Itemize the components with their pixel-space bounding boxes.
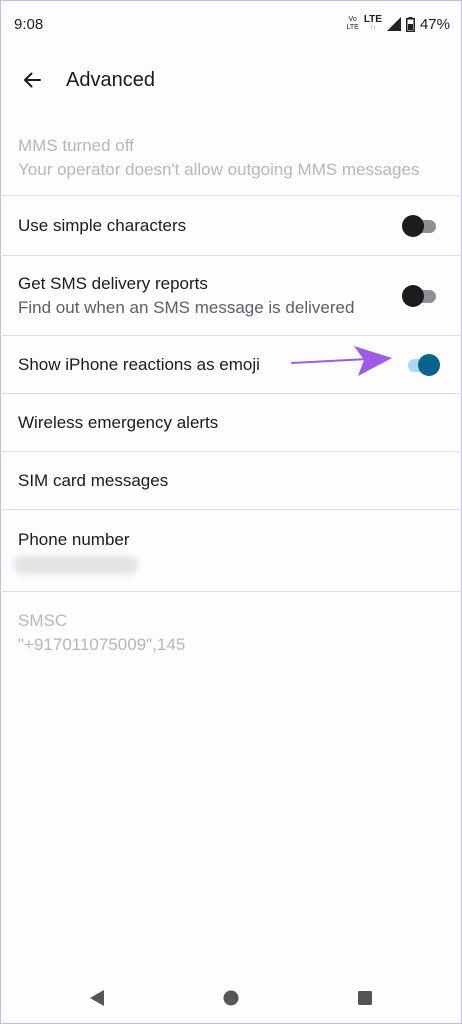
triangle-back-icon — [90, 990, 104, 1006]
back-button[interactable] — [8, 56, 56, 104]
nav-recents-button[interactable] — [353, 986, 377, 1010]
battery-icon — [405, 16, 415, 32]
annotation-arrow-icon — [291, 346, 392, 376]
wireless-alerts-title: Wireless emergency alerts — [18, 412, 219, 432]
mms-subtitle: Your operator doesn't allow outgoing MMS… — [18, 159, 420, 179]
smsc-setting: SMSC "+917011075009",145 — [0, 592, 462, 674]
arrow-back-icon — [24, 72, 41, 88]
simple-characters-toggle[interactable] — [402, 214, 440, 237]
network-label: LTE — [363, 14, 382, 25]
settings-list: MMS turned off Your operator doesn't all… — [0, 120, 462, 674]
status-icons: Vo LTE LTE ↑↓ 47% — [346, 14, 450, 33]
iphone-reactions-setting[interactable]: Show iPhone reactions as emoji — [0, 336, 462, 394]
sms-delivery-subtitle: Find out when an SMS message is delivere… — [18, 297, 355, 317]
smsc-title: SMSC — [18, 611, 68, 630]
status-bar: 9:08 Vo LTE LTE ↑↓ 47% — [0, 0, 462, 48]
volte-bottom-label: LTE — [346, 24, 359, 31]
volte-icon: Vo LTE — [346, 16, 358, 32]
phone-number-setting[interactable]: Phone number — [0, 510, 462, 592]
status-time: 9:08 — [14, 15, 44, 33]
sim-messages-title: SIM card messages — [18, 470, 169, 490]
simple-characters-title: Use simple characters — [18, 215, 187, 235]
smsc-value: "+917011075009",145 — [18, 635, 186, 654]
phone-number-redacted — [14, 555, 138, 574]
circle-home-icon — [223, 990, 239, 1006]
nav-back-button[interactable] — [85, 986, 109, 1010]
signal-icon — [386, 17, 401, 31]
iphone-reactions-toggle[interactable] — [402, 353, 440, 376]
page-title: Advanced — [66, 68, 155, 91]
sim-messages-setting[interactable]: SIM card messages — [0, 452, 462, 510]
sms-delivery-toggle[interactable] — [402, 284, 440, 307]
nav-home-button[interactable] — [219, 986, 243, 1010]
wireless-alerts-setting[interactable]: Wireless emergency alerts — [0, 394, 462, 452]
volte-top-label: Vo — [348, 16, 357, 23]
network-type: LTE ↑↓ — [363, 14, 382, 32]
navigation-bar — [0, 972, 462, 1024]
data-activity-icon: ↑↓ — [369, 25, 376, 31]
iphone-reactions-title: Show iPhone reactions as emoji — [18, 354, 260, 374]
simple-characters-setting[interactable]: Use simple characters — [0, 196, 462, 256]
sms-delivery-title: Get SMS delivery reports — [18, 273, 208, 293]
sms-delivery-setting[interactable]: Get SMS delivery reports Find out when a… — [0, 256, 462, 336]
battery-percent: 47% — [419, 15, 450, 33]
phone-number-title: Phone number — [18, 529, 130, 549]
mms-title: MMS turned off — [18, 135, 134, 155]
mms-setting: MMS turned off Your operator doesn't all… — [0, 120, 462, 196]
app-bar: Advanced — [0, 56, 462, 104]
square-recents-icon — [358, 991, 372, 1005]
